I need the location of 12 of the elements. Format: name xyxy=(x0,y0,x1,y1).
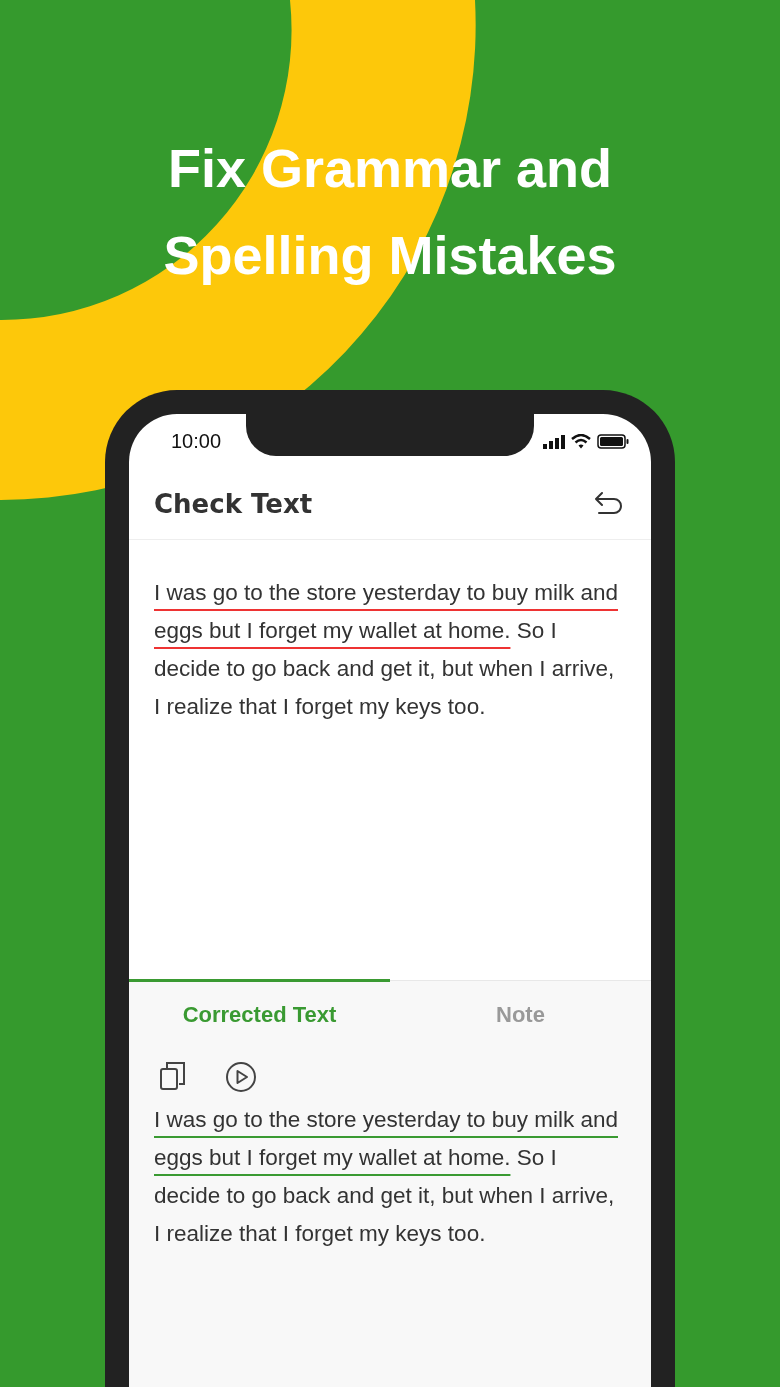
undo-icon[interactable] xyxy=(593,491,625,517)
status-time: 10:00 xyxy=(171,430,222,453)
input-text: I was go to the store yesterday to buy milk and eggs but I forget my wallet at home. So I decide to go back and get it, but when I arrive, I realize that I forget my keys too. xyxy=(154,579,619,721)
tab[interactable]: Corrected Text xyxy=(129,979,390,1047)
signal-icon xyxy=(543,434,565,449)
wifi-icon xyxy=(571,434,591,449)
copy-icon[interactable] xyxy=(159,1061,187,1091)
battery-icon xyxy=(597,434,629,449)
screen-title: Check Text xyxy=(154,489,313,519)
tab[interactable]: Note xyxy=(390,979,651,1047)
play-icon[interactable] xyxy=(225,1061,257,1093)
corrected-text: I was go to the store yesterday to buy milk and eggs but I forget my wallet at home. So I decide to go back and get it, but when I arrive, I realize that I forget my keys too. xyxy=(154,1106,619,1248)
